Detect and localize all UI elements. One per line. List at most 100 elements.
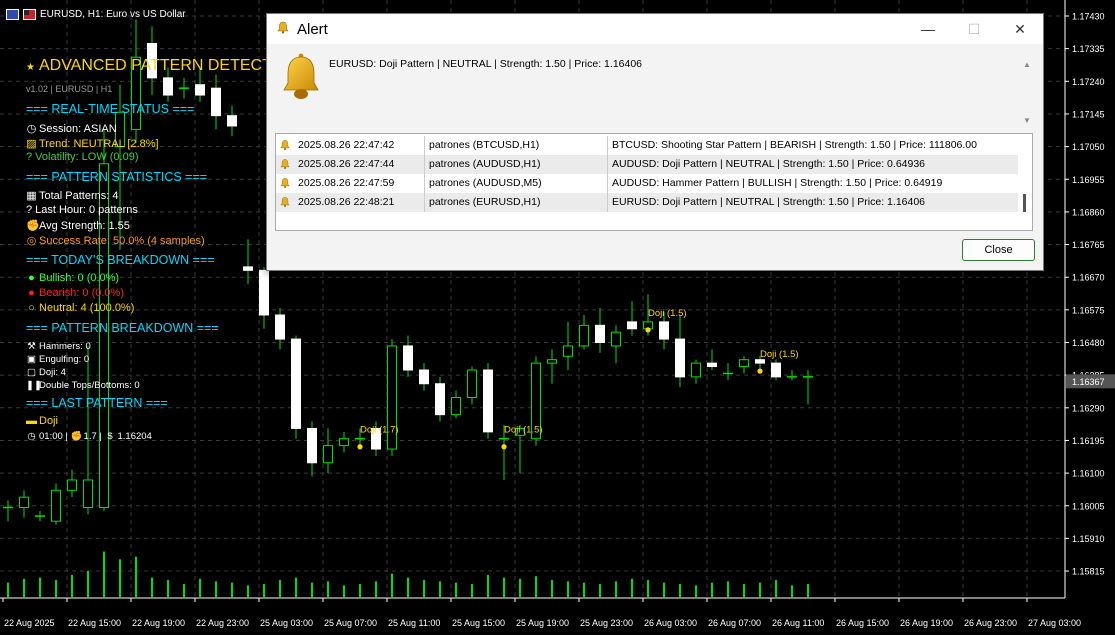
alert-titlebar[interactable]: Alert — ☐ ✕ <box>267 14 1043 44</box>
candle-body <box>435 383 445 416</box>
bell-icon <box>280 159 290 169</box>
last-pattern-header: === LAST PATTERN === <box>26 396 168 410</box>
list-item[interactable]: 2025.08.26 22:47:42 patrones (BTCUSD,H1)… <box>276 136 1018 155</box>
alert-row-message: AUDUSD: Hammer Pattern | BULLISH | Stren… <box>612 177 943 189</box>
abacus-icon: ▦ <box>26 190 37 202</box>
star-icon: ★ <box>26 62 35 73</box>
candle-body <box>659 321 669 340</box>
dash-icon: ▬ <box>26 415 37 427</box>
chart-icon: ▨ <box>26 138 37 150</box>
candle-body <box>211 87 221 117</box>
candle-body <box>419 369 429 385</box>
scroll-up-icon[interactable]: ▲ <box>1021 60 1033 70</box>
candle-body <box>339 438 349 447</box>
alert-time: 2025.08.26 22:47:42 <box>298 139 395 151</box>
list-scrollbar[interactable] <box>1018 134 1032 230</box>
pattern-dot <box>357 444 363 450</box>
price-tick-label: 1.16575 <box>1072 305 1105 315</box>
time-tick-label: 25 Aug 03:00 <box>260 618 313 628</box>
alert-source: patrones (AUDUSD,H1) <box>429 158 541 170</box>
maximize-button[interactable]: ☐ <box>951 14 997 44</box>
last-hour-line: ? Last Hour: 0 patterns <box>26 204 138 216</box>
alert-source: patrones (EURUSD,H1) <box>429 196 541 208</box>
time-tick-label: 22 Aug 2025 <box>4 618 55 628</box>
message-scrollbar[interactable]: ▲ ▼ <box>1021 60 1033 126</box>
pattern-label: Doji (1.7) <box>360 425 399 436</box>
today-header: === TODAY'S BREAKDOWN === <box>26 253 215 267</box>
bell-icon <box>280 178 290 188</box>
time-tick-label: 26 Aug 15:00 <box>836 618 889 628</box>
hammers-line: ⚒ Hammers: 0 <box>27 341 91 352</box>
candle-body <box>611 331 621 347</box>
time-tick-label: 22 Aug 15:00 <box>68 618 121 628</box>
price-tick-label: 1.16860 <box>1072 207 1105 217</box>
candle-body <box>291 338 301 429</box>
scroll-thumb[interactable] <box>1023 194 1026 212</box>
symbol-header-text: EURUSD, H1: Euro vs US Dollar <box>40 9 186 20</box>
candle-body <box>691 362 701 378</box>
close-window-button[interactable]: ✕ <box>997 14 1043 44</box>
candle-body <box>243 266 253 271</box>
price-tick-label: 1.17145 <box>1072 109 1105 119</box>
alert-row-message: EURUSD: Doji Pattern | NEUTRAL | Strengt… <box>612 196 926 208</box>
pattern-dot <box>645 327 651 333</box>
hammer-icon: ⚒ <box>27 341 36 352</box>
candle-body <box>707 362 717 368</box>
candle-body <box>259 269 269 316</box>
realtime-header: === REAL-TIME STATUS === <box>26 102 195 116</box>
list-item[interactable]: 2025.08.26 22:47:59 patrones (AUDUSD,M5)… <box>276 174 1018 193</box>
list-item[interactable]: 2025.08.26 22:47:44 patrones (AUDUSD,H1)… <box>276 155 1018 174</box>
price-tick-label: 1.16765 <box>1072 240 1105 250</box>
doji-icon: ▢ <box>27 367 36 378</box>
candle-body <box>771 362 781 378</box>
alert-row-message: AUDUSD: Doji Pattern | NEUTRAL | Strengt… <box>612 158 926 170</box>
candle-body <box>483 369 493 433</box>
alert-title: Alert <box>297 21 328 38</box>
avg-strength: ✊Avg Strength: 1.55 <box>26 220 130 232</box>
candle-body <box>579 324 589 347</box>
candle-body <box>163 77 173 96</box>
yellow-circle-icon: ○ <box>28 302 35 314</box>
pause-bars-icon: ❚❚ <box>26 380 42 391</box>
candle-body <box>595 324 605 344</box>
candle-body <box>467 369 477 398</box>
alert-time: 2025.08.26 22:47:44 <box>298 158 395 170</box>
time-tick-label: 26 Aug 11:00 <box>772 618 824 628</box>
candle-body <box>83 479 93 508</box>
success-rate: ◎ Success Rate: 50.0% (4 samples) <box>26 235 205 247</box>
list-item[interactable]: 2025.08.26 22:48:21 patrones (EURUSD,H1)… <box>276 193 1018 212</box>
time-tick-label: 25 Aug 11:00 <box>388 618 440 628</box>
doji-line: ▢ Doji: 4 <box>27 367 66 378</box>
clock-icon: ◷ <box>27 431 36 442</box>
large-bell-icon <box>283 53 319 99</box>
candle-body <box>627 321 637 330</box>
pattern-dot <box>757 368 763 374</box>
candle-body <box>451 396 461 416</box>
bell-icon <box>277 21 289 34</box>
time-tick-label: 25 Aug 15:00 <box>452 618 505 628</box>
minimize-button[interactable]: — <box>905 14 951 44</box>
price-tick-label: 1.16195 <box>1072 436 1105 446</box>
alert-source: patrones (AUDUSD,M5) <box>429 177 542 189</box>
pattern-label: Doji (1.5) <box>504 425 543 436</box>
candle-body <box>755 359 765 364</box>
pattern-label: Doji (1.5) <box>648 308 687 319</box>
clock-icon: ◷ <box>26 123 37 135</box>
candle-body <box>51 489 61 522</box>
candle-body <box>67 479 77 491</box>
time-tick-label: 26 Aug 19:00 <box>900 618 953 628</box>
scroll-down-icon[interactable]: ▼ <box>1021 116 1033 126</box>
alert-history-list[interactable]: 2025.08.26 22:47:42 patrones (BTCUSD,H1)… <box>275 133 1033 231</box>
candle-body <box>403 345 413 371</box>
last-pattern-details: ◷ 01:00 | ✊1.7 | $1.16204 <box>27 431 152 442</box>
alert-source: patrones (BTCUSD,H1) <box>429 139 540 151</box>
neutral-line: ○ Neutral: 4 (100.0%) <box>26 302 134 314</box>
price-tick-label: 1.17050 <box>1072 142 1105 152</box>
dollar-icon: $ <box>107 431 113 442</box>
time-tick-label: 25 Aug 23:00 <box>580 618 633 628</box>
candle-body <box>563 345 573 357</box>
candle-body <box>323 445 333 464</box>
close-button[interactable]: Close <box>962 239 1035 261</box>
time-tick-label: 26 Aug 23:00 <box>964 618 1017 628</box>
time-tick-label: 25 Aug 19:00 <box>516 618 569 628</box>
